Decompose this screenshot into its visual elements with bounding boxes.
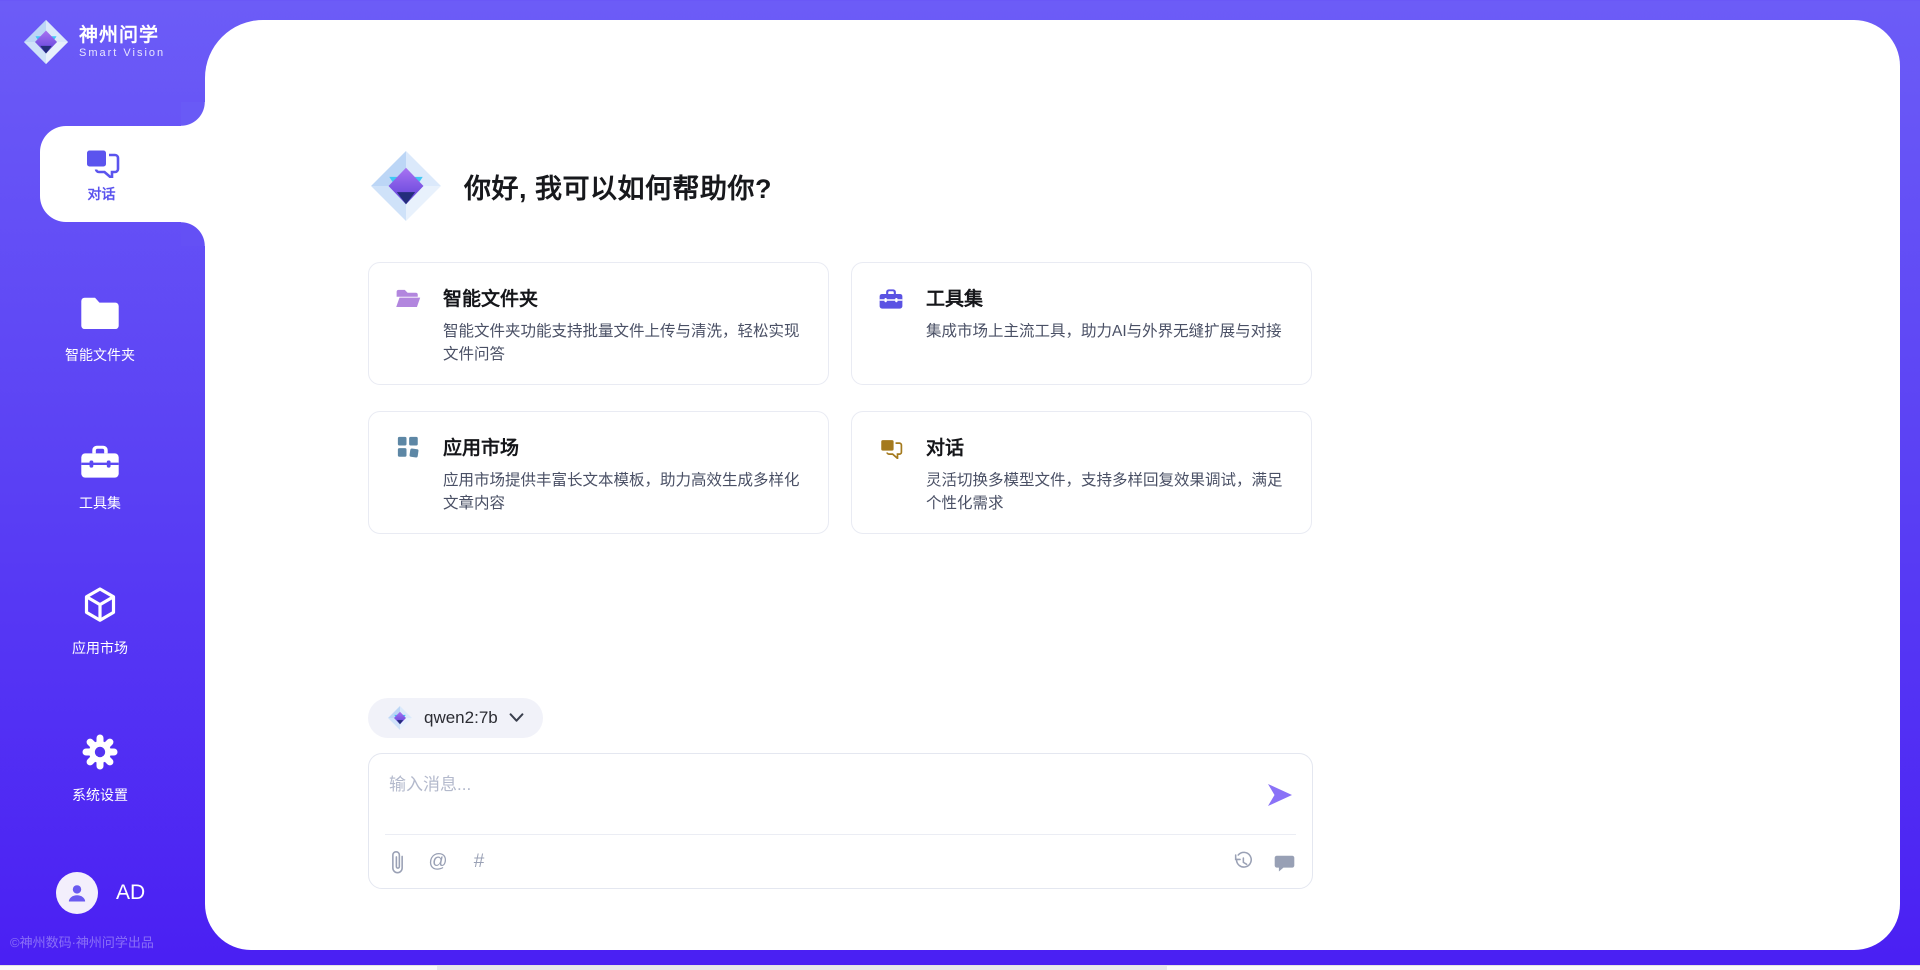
card-chat[interactable]: 对话 灵活切换多模型文件，支持多样回复效果调试，满足个性化需求 (851, 411, 1312, 534)
card-description: 智能文件夹功能支持批量文件上传与清洗，轻松实现文件问答 (443, 320, 802, 367)
apps-grid-icon (395, 435, 421, 459)
toolbox-icon (78, 440, 122, 480)
tab-top-fillet (181, 102, 205, 126)
send-icon[interactable] (1266, 782, 1294, 808)
chevron-down-icon (509, 713, 524, 723)
avatar (56, 872, 98, 914)
at-icon[interactable]: @ (426, 849, 450, 875)
horizontal-scrollbar[interactable] (0, 965, 1920, 970)
sidebar-item-label: 工具集 (0, 493, 200, 513)
sidebar-item-app-market[interactable]: 应用市场 (0, 585, 200, 658)
card-smart-folders[interactable]: 智能文件夹 智能文件夹功能支持批量文件上传与清洗，轻松实现文件问答 (368, 262, 829, 385)
sidebar-item-label: 应用市场 (0, 638, 200, 658)
user-icon (64, 880, 90, 906)
tab-bottom-fillet (181, 222, 205, 246)
copyright: ©神州数码·神州问学出品 (10, 932, 154, 951)
brand: 神州问学 Smart Vision (22, 18, 165, 66)
brand-logo-diamond-icon (22, 18, 70, 66)
brand-subtitle: Smart Vision (79, 47, 165, 59)
gear-icon (78, 732, 122, 772)
sidebar: 神州问学 Smart Vision 对话 智能文件夹 工具集 应用市场 (0, 0, 205, 970)
model-name: qwen2:7b (424, 708, 498, 728)
sidebar-item-label: 对话 (88, 184, 116, 204)
sidebar-item-chat[interactable]: 对话 (40, 126, 205, 222)
card-description: 灵活切换多模型文件，支持多样回复效果调试，满足个性化需求 (926, 469, 1285, 516)
hash-icon[interactable]: # (467, 849, 491, 875)
folder-open-icon (395, 286, 421, 310)
greeting-logo-diamond-icon (368, 148, 444, 224)
sidebar-item-settings[interactable]: 系统设置 (0, 732, 200, 805)
card-toolset[interactable]: 工具集 集成市场上主流工具，助力AI与外界无缝扩展与对接 (851, 262, 1312, 385)
message-composer: @ # (368, 753, 1313, 889)
scrollbar-thumb[interactable] (437, 966, 1167, 970)
chat-bubbles-icon (878, 435, 904, 459)
briefcase-icon (878, 286, 904, 310)
brand-name: 神州问学 (79, 25, 165, 47)
composer-toolbar: @ # (385, 834, 1296, 888)
cube-icon (78, 585, 122, 625)
message-input[interactable] (389, 770, 1239, 828)
card-app-market[interactable]: 应用市场 应用市场提供丰富长文本模板，助力高效生成多样化文章内容 (368, 411, 829, 534)
chat-bubbles-icon (81, 144, 123, 178)
feature-cards: 智能文件夹 智能文件夹功能支持批量文件上传与清洗，轻松实现文件问答 工具集 集成… (368, 262, 1313, 534)
card-description: 应用市场提供丰富长文本模板，助力高效生成多样化文章内容 (443, 469, 802, 516)
message-icon[interactable] (1272, 849, 1296, 875)
greeting-title: 你好, 我可以如何帮助你? (464, 167, 772, 206)
card-title: 工具集 (926, 284, 983, 311)
sidebar-item-label: 系统设置 (0, 785, 200, 805)
user-profile[interactable]: AD (56, 872, 145, 914)
folder-icon (78, 292, 122, 332)
sidebar-item-toolset[interactable]: 工具集 (0, 440, 200, 513)
paperclip-icon[interactable] (385, 849, 409, 875)
sidebar-item-smart-folders[interactable]: 智能文件夹 (0, 292, 200, 365)
card-title: 应用市场 (443, 433, 519, 460)
card-description: 集成市场上主流工具，助力AI与外界无缝扩展与对接 (926, 320, 1285, 343)
model-selector[interactable]: qwen2:7b (368, 698, 543, 738)
card-title: 对话 (926, 433, 964, 460)
card-title: 智能文件夹 (443, 284, 538, 311)
user-name: AD (116, 881, 145, 905)
greeting: 你好, 我可以如何帮助你? (368, 148, 1313, 224)
sidebar-item-label: 智能文件夹 (0, 345, 200, 365)
diamond-logo-icon (387, 705, 413, 731)
main-content: 你好, 我可以如何帮助你? 智能文件夹 智能文件夹功能支持批量文件上传与清洗，轻… (368, 0, 1313, 889)
history-icon[interactable] (1231, 849, 1255, 875)
